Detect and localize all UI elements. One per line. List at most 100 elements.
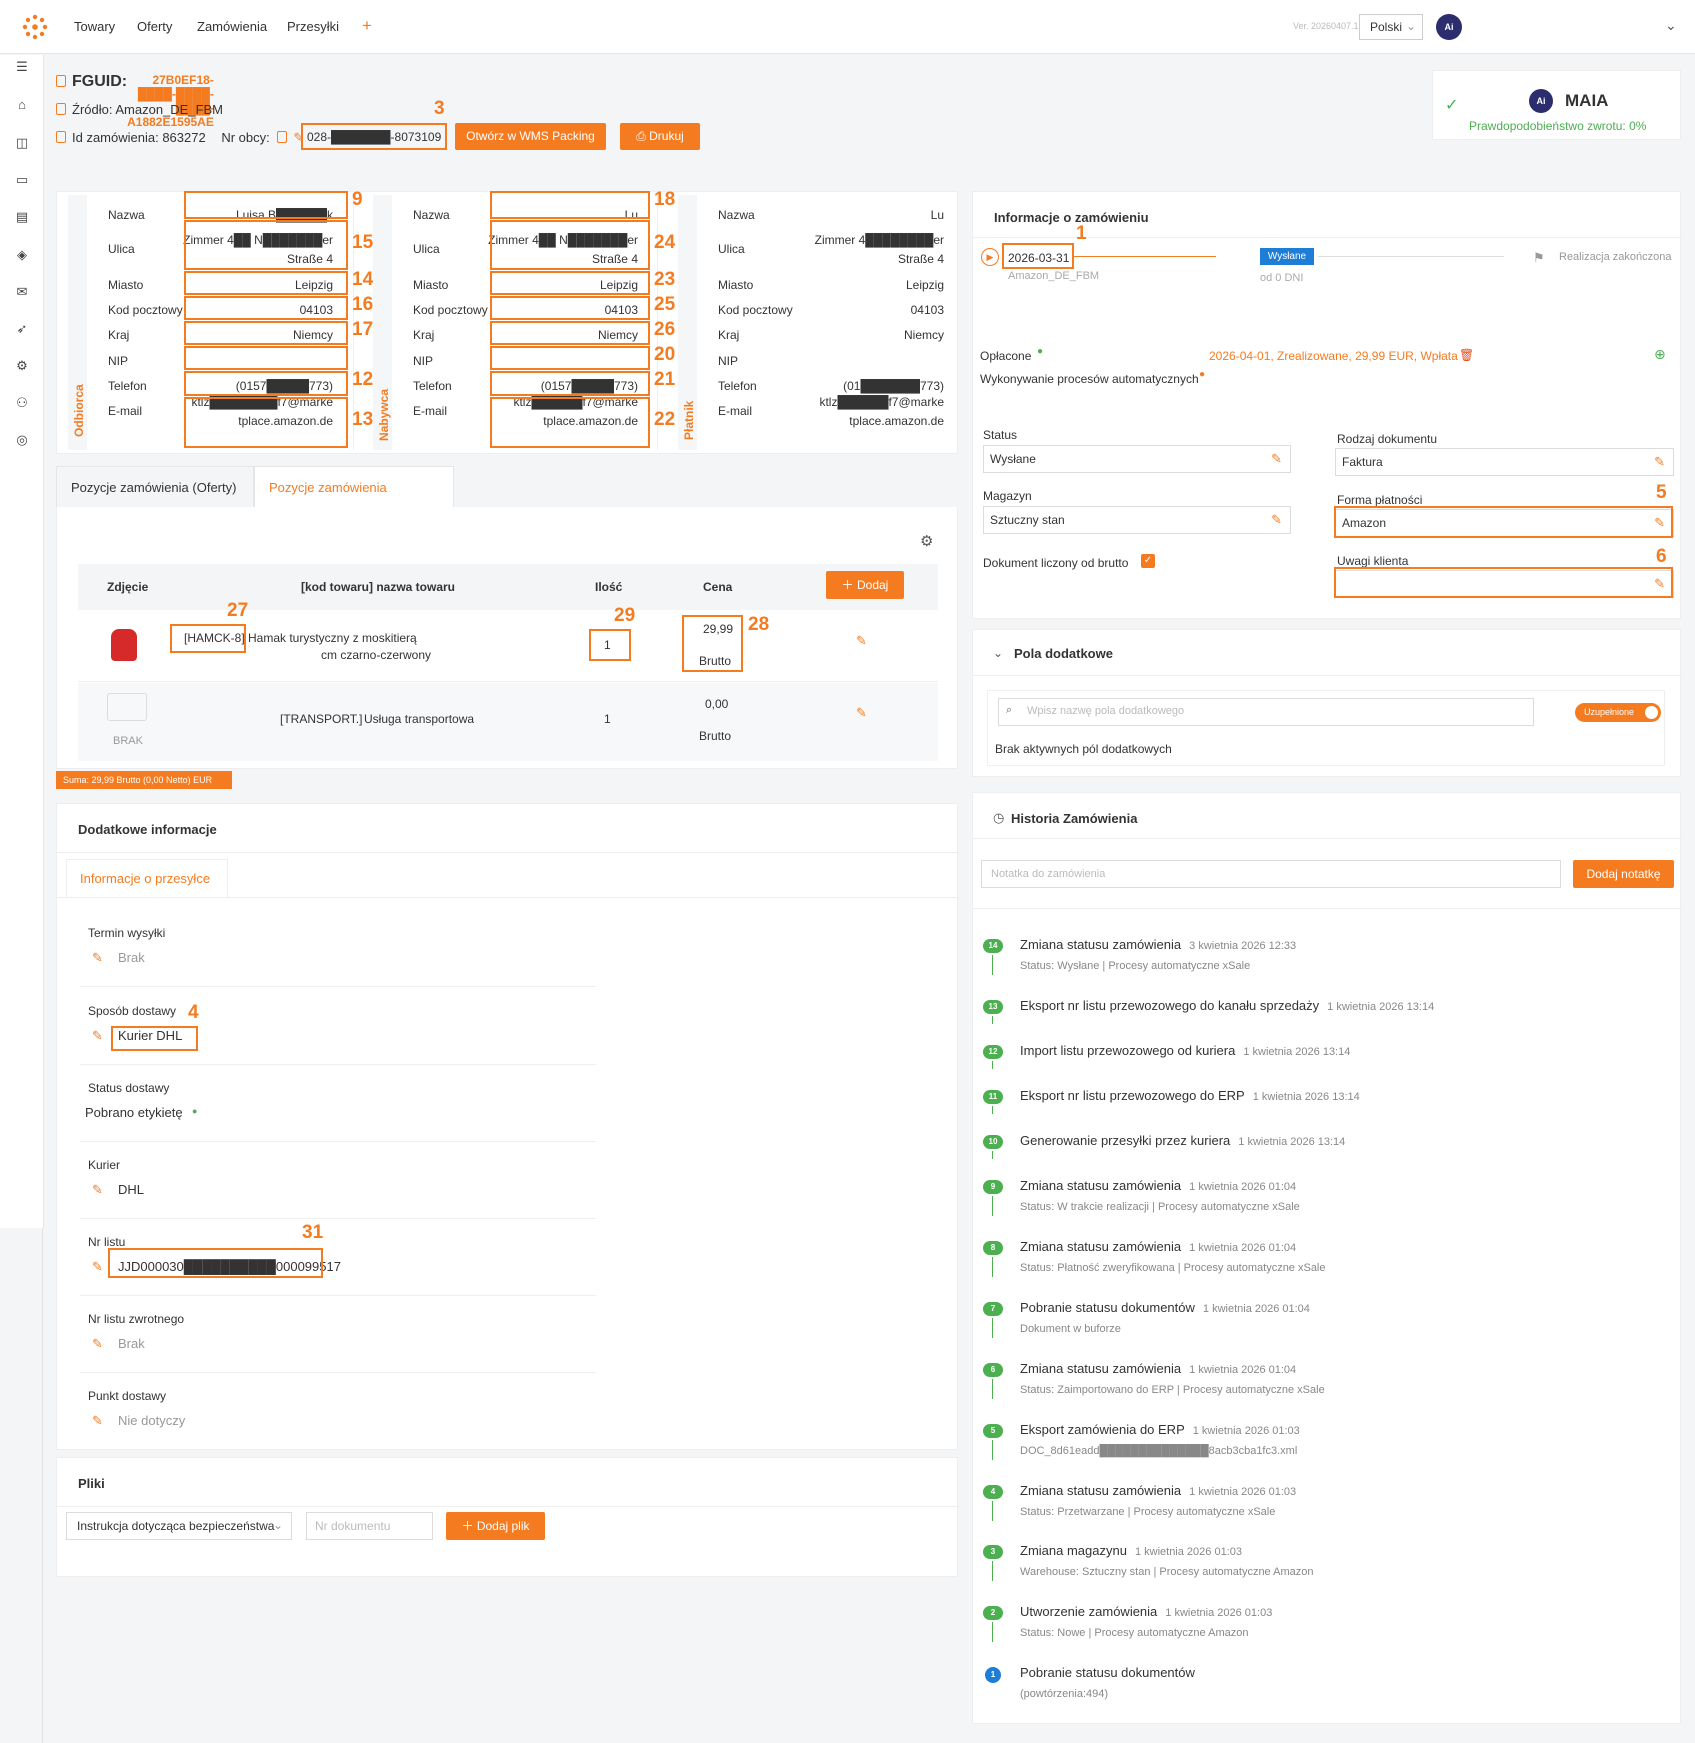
avatar[interactable]: Ai <box>1436 14 1462 40</box>
copy-icon[interactable] <box>56 131 66 143</box>
pencil-icon[interactable]: ✎ <box>92 1028 103 1044</box>
add-circle-icon[interactable]: ⊕ <box>1654 346 1666 363</box>
copy-icon[interactable] <box>56 75 66 87</box>
note-input[interactable]: Notatka do zamówienia <box>981 860 1561 888</box>
field-label: Telefon <box>718 379 757 393</box>
field-label: Kod pocztowy <box>718 303 793 317</box>
pencil-icon[interactable]: ✎ <box>92 1182 103 1198</box>
annotation-22: 22 <box>654 409 676 430</box>
chevron-down-icon[interactable]: ⌄ <box>993 646 1003 660</box>
app-logo-icon[interactable] <box>20 12 50 42</box>
pencil-icon[interactable]: ✎ <box>92 1336 103 1352</box>
annotation-14: 14 <box>352 269 374 290</box>
field-value[interactable]: Lu <box>931 208 944 222</box>
product-image[interactable] <box>111 629 137 661</box>
add-file-label: Dodaj plik <box>476 1519 530 1533</box>
tracking-highlight <box>108 1248 323 1278</box>
field-value[interactable]: Leipzig <box>906 278 944 292</box>
field-value[interactable]: ktlz██████f7@marke <box>819 395 944 409</box>
pencil-icon[interactable]: ✎ <box>92 1413 103 1429</box>
version-label: Ver. 20260407.1 <box>1293 21 1359 31</box>
divider <box>80 1141 596 1142</box>
history-entry: Zmiana statusu zamówienia 1 kwietnia 2026… <box>1020 1361 1296 1376</box>
pencil-icon[interactable]: ✎ <box>856 633 867 649</box>
pencil-icon[interactable]: ✎ <box>1271 512 1282 528</box>
menu-icon[interactable]: ☰ <box>14 59 30 75</box>
home-icon[interactable]: ⌂ <box>14 97 30 113</box>
warehouse-field[interactable]: Sztuczny stan ✎ <box>983 506 1291 534</box>
doc-type-field[interactable]: Faktura ✎ <box>1335 448 1674 476</box>
field-value[interactable]: (01███████773) <box>843 379 944 393</box>
foreign-id-value[interactable]: 028-███████-8073109 <box>307 130 441 144</box>
pencil-icon[interactable]: ✎ <box>1654 454 1665 470</box>
info-value[interactable]: Brak <box>118 950 145 965</box>
tab-shipment-info[interactable]: Informacje o przesyłce <box>66 859 228 897</box>
gear-icon[interactable]: ⚙ <box>920 532 933 550</box>
source: Źródło: Amazon_DE_FBM <box>56 102 223 117</box>
copy-icon[interactable] <box>277 131 288 143</box>
gear-icon[interactable]: ⚙ <box>14 358 30 374</box>
field-label: NIP <box>413 354 434 368</box>
status-dot-icon: ● <box>192 1106 198 1116</box>
field-value[interactable]: 04103 <box>911 303 944 317</box>
language-select[interactable]: Polski ⌄ <box>1359 14 1423 40</box>
info-value[interactable]: Pobrano etykietę <box>85 1105 183 1120</box>
nav-oferty[interactable]: Oferty <box>137 19 172 34</box>
field-value-2[interactable]: tplace.amazon.de <box>849 414 944 428</box>
history-step-badge: 12 <box>983 1045 1003 1059</box>
print-button[interactable]: ⎙ Drukuj <box>620 123 700 150</box>
folder-icon[interactable]: ▭ <box>14 172 30 188</box>
field-label: Ulica <box>108 242 135 256</box>
brutto-checkbox[interactable]: ✓ <box>1141 554 1155 568</box>
add-file-button[interactable]: ＋ Dodaj plik <box>446 1512 545 1540</box>
nav-zamowienia[interactable]: Zamówienia <box>197 19 267 34</box>
open-wms-button[interactable]: Otwórz w WMS Packing <box>455 123 606 150</box>
bag-icon[interactable]: ◫ <box>14 135 30 151</box>
field-highlight <box>184 397 348 448</box>
doc-number-input[interactable]: Nr dokumentu <box>306 1512 433 1540</box>
tab-towary[interactable]: Pozycje zamówienia (Towary) <box>254 466 454 537</box>
add-note-button[interactable]: Dodaj notatkę <box>1573 860 1674 888</box>
info-value[interactable]: DHL <box>118 1182 144 1197</box>
field-value[interactable]: Niemcy <box>904 328 944 342</box>
add-item-button[interactable]: ＋ Dodaj <box>826 571 904 599</box>
additional-info-title: Dodatkowe informacje <box>78 822 217 837</box>
pencil-icon[interactable]: ✎ <box>92 1259 103 1275</box>
maia-name: MAIA <box>1565 91 1609 110</box>
info-value[interactable]: Nie dotyczy <box>118 1413 185 1428</box>
field-label: Ulica <box>718 242 745 256</box>
info-value[interactable]: Brak <box>118 1336 145 1351</box>
tab-oferty[interactable]: Pozycje zamówienia (Oferty) <box>56 466 254 508</box>
item-name: Usługa transportowa <box>364 712 475 726</box>
file-type-select[interactable]: Instrukcja dotycząca bezpieczeństwa ⌄ <box>66 1512 292 1540</box>
pencil-icon[interactable]: ✎ <box>92 950 103 966</box>
extra-fields-title: Pola dodatkowe <box>1014 646 1113 661</box>
extra-fields-search-input[interactable]: Wpisz nazwę pola dodatkowego <box>998 698 1534 726</box>
trash-icon[interactable]: 🗑 <box>1459 348 1474 362</box>
field-value[interactable]: Zimmer 4████████er <box>815 233 944 247</box>
mail-icon[interactable]: ✉ <box>14 284 30 300</box>
chevron-down-icon[interactable]: ⌄ <box>1665 17 1677 34</box>
filled-toggle[interactable]: Uzupełnione <box>1575 703 1661 722</box>
status-field[interactable]: Wysłane ✎ <box>983 445 1291 473</box>
document-icon[interactable]: ▤ <box>14 209 30 225</box>
info-label: Status dostawy <box>88 1081 170 1095</box>
fguid-value: 27B0EF18-████-████-████-A1882E1595AE <box>127 73 214 129</box>
annotation-15: 15 <box>352 232 374 253</box>
pencil-icon[interactable]: ✎ <box>1271 451 1282 467</box>
history-subtitle: Status: Zaimportowano do ERP | Procesy a… <box>1020 1384 1325 1396</box>
history-date: 1 kwietnia 2026 13:14 <box>1252 1091 1360 1103</box>
support-icon[interactable]: ◎ <box>14 432 30 448</box>
field-value-2[interactable]: Straße 4 <box>898 252 944 266</box>
nav-przesylki[interactable]: Przesyłki <box>287 19 339 34</box>
nav-towary[interactable]: Towary <box>74 19 115 34</box>
language-value: Polski <box>1370 20 1403 34</box>
box-icon[interactable]: ◈ <box>14 247 30 263</box>
pencil-icon[interactable]: ✎ <box>856 705 867 721</box>
history-title: Generowanie przesyłki przez kuriera <box>1020 1133 1231 1148</box>
copy-icon[interactable] <box>56 103 66 115</box>
nav-add-icon[interactable]: + <box>362 16 372 36</box>
robot-icon[interactable]: ⚇ <box>14 395 30 411</box>
history-title: Eksport nr listu przewozowego do ERP <box>1020 1088 1245 1103</box>
rocket-icon[interactable]: ➶ <box>14 321 30 337</box>
